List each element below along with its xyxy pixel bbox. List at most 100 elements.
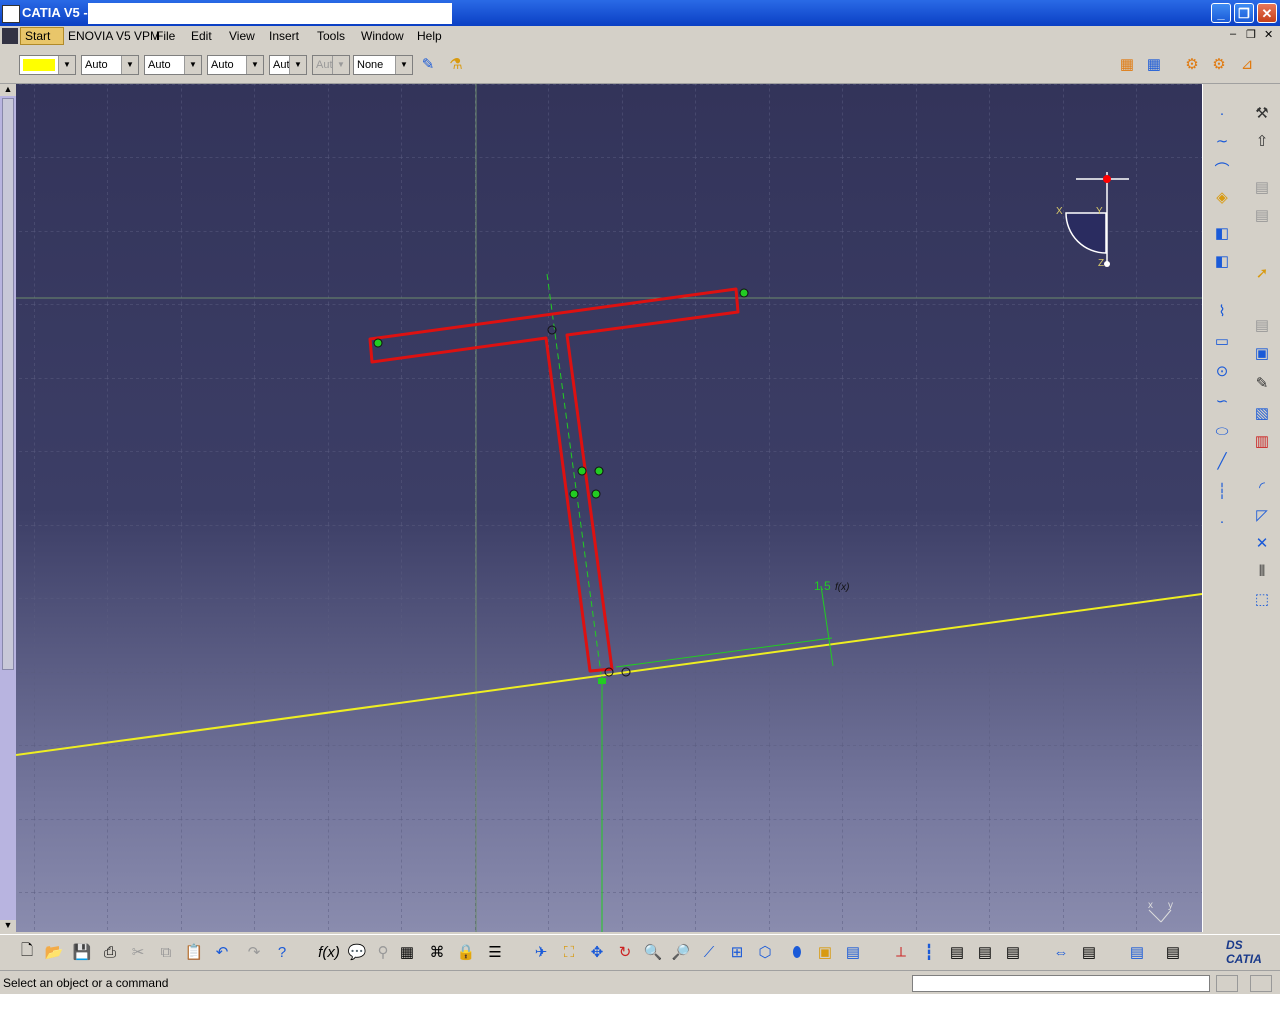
cube-view-icon[interactable]: ◧ bbox=[1211, 250, 1233, 272]
undo-icon[interactable]: ↶ bbox=[211, 941, 233, 963]
menu-help[interactable]: Help bbox=[417, 29, 442, 43]
hide-show-icon[interactable]: ▣ bbox=[814, 941, 836, 963]
fly-icon[interactable]: ✈ bbox=[530, 941, 552, 963]
filter-combo[interactable]: None ▼ bbox=[353, 55, 413, 75]
menu-file[interactable]: File bbox=[156, 29, 175, 43]
iso-view-icon[interactable]: ⬡ bbox=[754, 941, 776, 963]
power-input-button[interactable] bbox=[1216, 975, 1238, 992]
constraint-icon[interactable]: ▣ bbox=[1251, 342, 1273, 364]
tool-icon[interactable]: ▤ bbox=[1126, 941, 1148, 963]
exit-workbench-icon[interactable]: ⚒ bbox=[1251, 102, 1273, 124]
curve-icon[interactable]: ∽ bbox=[1211, 390, 1233, 412]
tool-icon[interactable]: ▤ bbox=[974, 941, 996, 963]
zoom-in-icon[interactable]: 🔍 bbox=[642, 941, 664, 963]
save-icon[interactable]: 💾 bbox=[71, 941, 93, 963]
point-type-combo[interactable]: Auto ▼ bbox=[207, 55, 264, 75]
maximize-button[interactable]: ❐ bbox=[1234, 3, 1254, 23]
corner-icon[interactable]: ◜ bbox=[1251, 476, 1273, 498]
line-type-combo[interactable]: Auto ▼ bbox=[81, 55, 139, 75]
thickness-combo[interactable]: Auto ▼ bbox=[144, 55, 202, 75]
tool-icon[interactable]: ▤ bbox=[1162, 941, 1184, 963]
export-icon[interactable]: ⇧ bbox=[1251, 130, 1273, 152]
trim-icon[interactable]: ✕ bbox=[1251, 532, 1273, 554]
scroll-up-icon[interactable]: ▲ bbox=[0, 84, 16, 96]
point-tool-icon[interactable]: · bbox=[1211, 510, 1233, 532]
comment-icon[interactable]: 💬 bbox=[346, 941, 368, 963]
tool-icon[interactable]: ▤ bbox=[946, 941, 968, 963]
cube-view-icon[interactable]: ◧ bbox=[1211, 222, 1233, 244]
dimensional-constraints-icon[interactable]: ⊿ bbox=[1236, 53, 1258, 75]
help-icon[interactable]: ? bbox=[271, 941, 293, 963]
paste-icon[interactable]: 📋 bbox=[183, 941, 205, 963]
close-button[interactable]: ✕ bbox=[1257, 3, 1277, 23]
doc-minimize-button[interactable]: – bbox=[1230, 28, 1236, 40]
circle-icon[interactable]: ⊙ bbox=[1211, 360, 1233, 382]
geometric-constraints-icon[interactable]: ⚙ bbox=[1208, 53, 1230, 75]
menu-start[interactable]: Start bbox=[25, 29, 50, 43]
formula-icon[interactable]: f(x) bbox=[318, 941, 340, 963]
menu-enovia[interactable]: ENOVIA V5 VPM bbox=[68, 29, 160, 43]
menu-tools[interactable]: Tools bbox=[317, 29, 345, 43]
multi-view-icon[interactable]: ⊞ bbox=[726, 941, 748, 963]
mirror-icon[interactable]: ⫴ bbox=[1251, 560, 1273, 582]
zoom-out-icon[interactable]: 🔎 bbox=[670, 941, 692, 963]
color-combo[interactable]: ▼ bbox=[19, 55, 76, 75]
new-icon[interactable]: 🗋 bbox=[16, 941, 38, 963]
axis-icon[interactable]: ┆ bbox=[1211, 480, 1233, 502]
tool-icon[interactable]: ┇ bbox=[918, 941, 940, 963]
minimize-button[interactable]: _ bbox=[1211, 3, 1231, 23]
catia-app-icon[interactable] bbox=[2, 5, 20, 23]
spline-icon[interactable]: ∼ bbox=[1211, 130, 1233, 152]
construction-element-icon[interactable]: ⚙ bbox=[1181, 53, 1203, 75]
edit-multi-icon[interactable]: ✎ bbox=[1251, 372, 1273, 394]
print-icon[interactable]: ⎙ bbox=[99, 941, 121, 963]
grid-icon[interactable]: ▦ bbox=[1116, 53, 1138, 75]
auto-constraint-icon[interactable]: ▧ bbox=[1251, 402, 1273, 424]
tree-icon[interactable]: ⌘ bbox=[426, 941, 448, 963]
scrollbar-thumb[interactable] bbox=[2, 98, 14, 670]
open-icon[interactable]: 📂 bbox=[43, 941, 65, 963]
lock-icon[interactable]: 🔒 bbox=[455, 941, 477, 963]
command-input[interactable] bbox=[912, 975, 1210, 992]
chamfer-icon[interactable]: ◸ bbox=[1251, 504, 1273, 526]
measure-icon[interactable]: ⇔ bbox=[1050, 941, 1072, 963]
sketch-viewport[interactable]: 1.5 f(x) X Y Z x y bbox=[16, 84, 1202, 932]
redo-icon[interactable]: ↷ bbox=[243, 941, 265, 963]
snap-to-point-icon[interactable]: ▦ bbox=[1143, 53, 1165, 75]
layer-combo[interactable]: Aut ▼ bbox=[269, 55, 307, 75]
paint-bucket-icon[interactable]: ⚗ bbox=[445, 53, 467, 75]
animate-constraint-icon[interactable]: ▥ bbox=[1251, 430, 1273, 452]
rectangle-icon[interactable]: ▭ bbox=[1211, 330, 1233, 352]
scroll-down-icon[interactable]: ▼ bbox=[0, 920, 16, 932]
eraser-icon[interactable]: ◈ bbox=[1211, 186, 1233, 208]
vertical-scrollbar[interactable]: ▲ ▼ bbox=[0, 84, 16, 932]
formula-icon[interactable]: f(x) bbox=[835, 582, 849, 593]
sketch-canvas[interactable]: 1.5 f(x) X Y Z x y bbox=[16, 84, 1202, 932]
ellipse-icon[interactable]: ⬭ bbox=[1211, 420, 1233, 442]
stop-button[interactable] bbox=[1250, 975, 1272, 992]
render-icon[interactable]: ⬮ bbox=[786, 941, 808, 963]
table-icon[interactable]: ▦ bbox=[396, 941, 418, 963]
doc-restore-button[interactable]: ❐ bbox=[1246, 28, 1256, 41]
menu-window[interactable]: Window bbox=[361, 29, 404, 43]
normal-view-icon[interactable]: ⟋ bbox=[698, 941, 720, 963]
menu-edit[interactable]: Edit bbox=[191, 29, 212, 43]
menu-insert[interactable]: Insert bbox=[269, 29, 299, 43]
fit-all-icon[interactable]: ⛶ bbox=[558, 941, 580, 963]
dimension-label[interactable]: 1.5 bbox=[814, 579, 831, 593]
document-icon[interactable] bbox=[2, 28, 18, 44]
profile-icon[interactable]: ⌇ bbox=[1211, 300, 1233, 322]
menu-view[interactable]: View bbox=[229, 29, 255, 43]
copy-icon[interactable]: ⧉ bbox=[155, 941, 177, 963]
point-icon[interactable]: · bbox=[1211, 102, 1233, 124]
pan-icon[interactable]: ✥ bbox=[586, 941, 608, 963]
tool-icon[interactable]: ▤ bbox=[1078, 941, 1100, 963]
rotate-icon[interactable]: ↻ bbox=[614, 941, 636, 963]
list-icon[interactable]: ☰ bbox=[484, 941, 506, 963]
swap-icon[interactable]: ▤ bbox=[842, 941, 864, 963]
project-3d-icon[interactable]: ⬚ bbox=[1251, 588, 1273, 610]
select-arrow-icon[interactable]: ➚ bbox=[1251, 262, 1273, 284]
painter-icon[interactable]: ✎ bbox=[417, 53, 439, 75]
sketch-analysis-icon[interactable]: ⟂ bbox=[890, 941, 912, 963]
arc-icon[interactable]: ⌒ bbox=[1211, 158, 1233, 180]
